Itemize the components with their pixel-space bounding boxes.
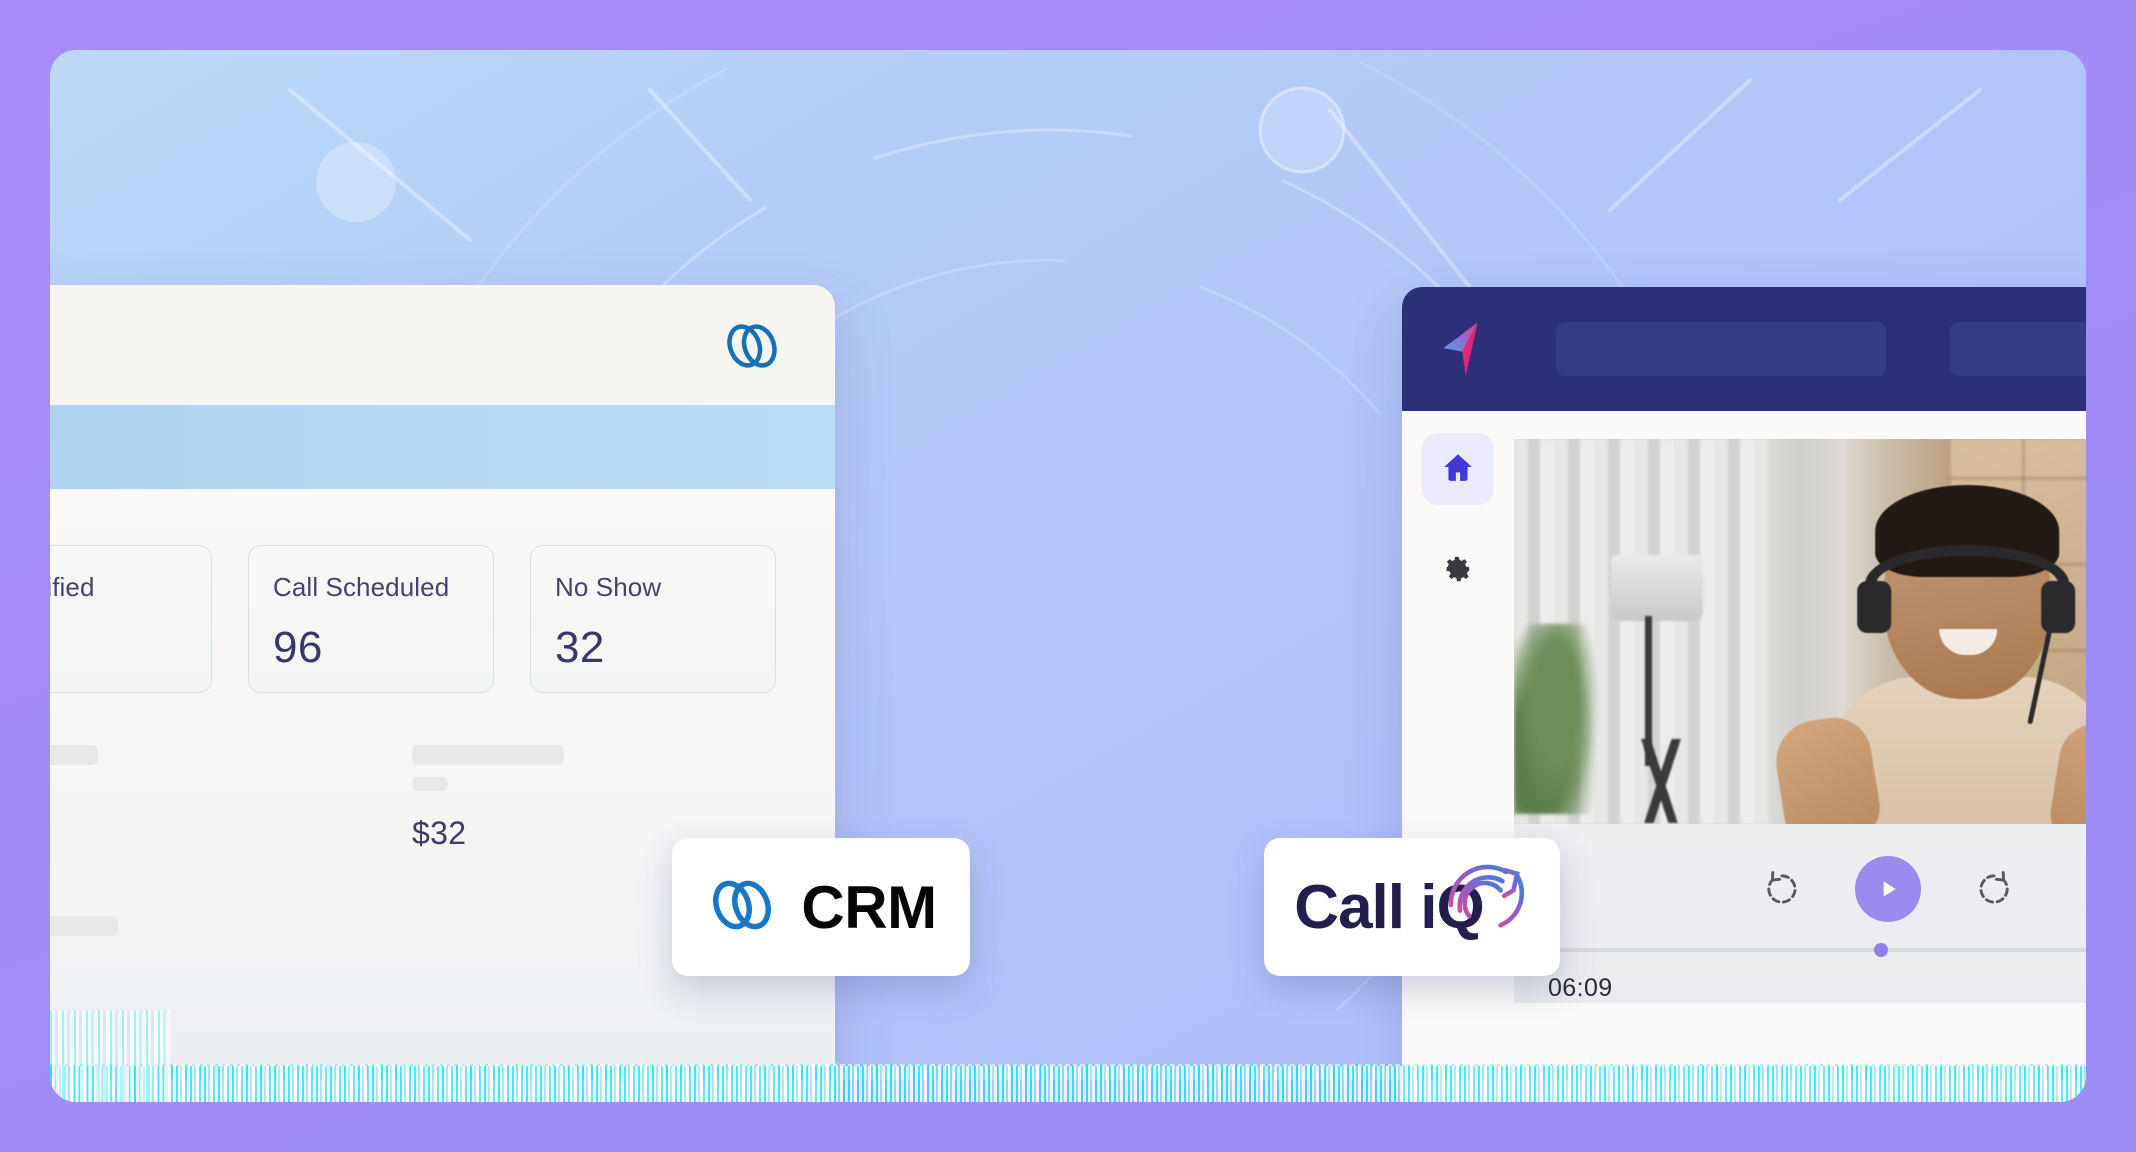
crm-badge-label: CRM (801, 873, 937, 941)
skeleton-line (412, 745, 564, 765)
stat-value: 64 (50, 623, 187, 673)
gradient-arrow-logo-icon (1436, 319, 1492, 379)
skeleton-line (50, 916, 118, 936)
stat-value: 32 (555, 623, 605, 672)
calliq-logo-badge: Call iQ (1264, 838, 1560, 976)
rewind-15-icon[interactable] (1761, 868, 1803, 910)
crm-loops-icon (705, 875, 779, 940)
forward-15-icon[interactable] (1973, 868, 2015, 910)
stat-card-qualified[interactable]: Qualified 64 (50, 545, 212, 693)
stat-label: No Show (555, 572, 662, 602)
progress-track[interactable] (1548, 943, 2086, 957)
stat-card-call-scheduled[interactable]: Call Scheduled 96 (248, 545, 494, 693)
deal-column-2: $32 (412, 745, 702, 1102)
calliq-sidebar (1402, 411, 1514, 1102)
crm-logo-badge: CRM (672, 838, 970, 976)
list-item[interactable]: $56 (50, 916, 256, 1023)
skeleton-line (50, 745, 98, 765)
hero-panel: Qualified 64 Call Scheduled 96 No Show 3… (50, 50, 2086, 1102)
player-controls (1514, 846, 2086, 932)
progress-bar[interactable] (1514, 932, 2086, 957)
calliq-fingerprint-icon (1438, 848, 1530, 945)
calliq-content: 06:09 (1514, 411, 2086, 1102)
stat-label: Call Scheduled (273, 572, 450, 602)
play-button[interactable] (1855, 856, 1921, 922)
video-person (1770, 484, 2086, 824)
list-item[interactable]: $32 (412, 745, 702, 852)
calliq-main: 06:09 (1402, 411, 2086, 1102)
home-icon (1441, 450, 1475, 489)
calliq-app-window: 06:09 (1402, 287, 2086, 1102)
stat-card-no-show[interactable]: No Show 32 (530, 545, 776, 693)
deal-amount: $32 (412, 815, 467, 851)
video-thumbnail[interactable] (1514, 439, 2086, 824)
calliq-header (1402, 287, 2086, 411)
interlocking-loops-icon (723, 317, 781, 375)
deal-amount: $96 (50, 815, 256, 852)
gear-icon (1443, 554, 1473, 589)
header-placeholder-2 (1950, 322, 2086, 376)
crm-accent-band (50, 405, 835, 489)
current-time-label: 06:09 (1548, 974, 1613, 1002)
stat-label: Qualified (50, 572, 95, 602)
list-item[interactable]: $96 (50, 745, 256, 852)
sidebar-item-home[interactable] (1422, 433, 1494, 505)
crm-app-window: Qualified 64 Call Scheduled 96 No Show 3… (50, 285, 835, 1102)
bottom-noise-band (50, 1066, 2086, 1102)
crm-topbar (50, 285, 835, 405)
skeleton-line (412, 777, 448, 791)
stat-card-row: Qualified 64 Call Scheduled 96 No Show 3… (50, 545, 835, 693)
sidebar-item-settings[interactable] (1422, 535, 1494, 607)
screenshot-stage: Qualified 64 Call Scheduled 96 No Show 3… (0, 0, 2136, 1152)
bottom-left-noise (50, 1010, 170, 1102)
stat-value: 96 (273, 623, 323, 672)
video-player-bar: 06:09 (1514, 824, 2086, 1003)
header-placeholder-1 (1556, 322, 1886, 376)
